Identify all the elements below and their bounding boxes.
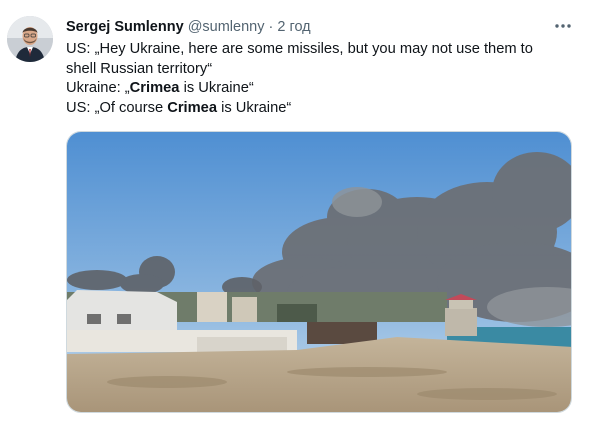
text-segment: is Ukraine“ xyxy=(179,80,254,96)
text-segment: shell Russian territory“ xyxy=(66,60,213,77)
tweet-text-line: Ukraine: „Crimea is Ukraine“ xyxy=(66,79,571,99)
tweet-header: Sergej Sumlenny @sumlenny · 2 год xyxy=(66,17,311,37)
avatar[interactable] xyxy=(7,16,53,62)
text-segment: US: „Hey Ukraine, here are some missiles… xyxy=(66,41,533,57)
tweet[interactable]: Sergej Sumlenny @sumlenny · 2 год US: „H… xyxy=(0,0,601,421)
text-segment: is Ukraine“ xyxy=(217,99,292,116)
text-segment: US: „Of course xyxy=(66,99,168,116)
tweet-text-line: US: „Hey Ukraine, here are some missiles… xyxy=(66,40,571,60)
tweet-timestamp[interactable]: 2 год xyxy=(277,19,310,35)
text-segment-bold: Crimea xyxy=(167,99,218,116)
author-name[interactable]: Sergej Sumlenny xyxy=(66,19,184,35)
text-segment-bold: Crimea xyxy=(129,80,180,96)
avatar-portrait xyxy=(7,16,53,62)
more-horizontal-icon xyxy=(555,24,571,28)
author-handle[interactable]: @sumlenny xyxy=(188,19,265,35)
tweet-text: US: „Hey Ukraine, here are some missiles… xyxy=(66,40,571,118)
more-options-button[interactable] xyxy=(552,14,574,38)
separator-dot: · xyxy=(268,19,274,35)
tweet-photo[interactable] xyxy=(66,131,572,413)
beach-smoke-photo xyxy=(67,132,571,412)
text-segment: Ukraine: „ xyxy=(66,80,130,96)
tweet-text-line: US: „Of course Crimea is Ukraine“ xyxy=(66,99,571,119)
tweet-text-line: shell Russian territory“ xyxy=(66,60,571,80)
